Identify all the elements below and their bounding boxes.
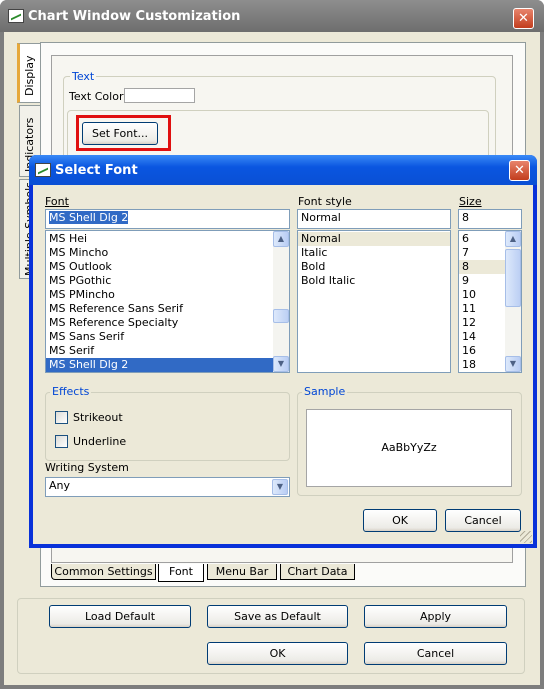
font-list-scroll-thumb[interactable] — [273, 309, 289, 323]
font-style-input[interactable]: Normal — [297, 209, 451, 229]
text-color-swatch[interactable] — [124, 88, 195, 103]
font-style-item[interactable]: Bold Italic — [298, 274, 450, 288]
font-list-item[interactable]: MS Serif — [46, 344, 289, 358]
dialog-title: Select Font — [55, 163, 138, 178]
writing-system-select[interactable]: Any ▼ — [45, 477, 290, 497]
side-tab-display-label: Display — [23, 55, 36, 96]
dialog-cancel-button[interactable]: Cancel — [445, 509, 521, 532]
scroll-up-arrow-icon[interactable]: ▲ — [273, 231, 289, 247]
dialog-titlebar[interactable]: Select Font ✕ — [29, 155, 537, 185]
main-cancel-button[interactable]: Cancel — [364, 642, 507, 665]
strikeout-checkbox[interactable] — [55, 411, 68, 424]
font-list-item[interactable]: MS Mincho — [46, 246, 289, 260]
text-color-label: Text Color — [69, 90, 124, 103]
effects-group — [45, 392, 290, 461]
underline-checkbox[interactable] — [55, 435, 68, 448]
dialog-ok-button[interactable]: OK — [363, 509, 437, 532]
load-default-button[interactable]: Load Default — [49, 605, 191, 628]
font-list-item[interactable]: MS PMincho — [46, 288, 289, 302]
dialog-close-button[interactable]: ✕ — [509, 160, 530, 181]
scroll-down-arrow-icon[interactable]: ▼ — [273, 356, 289, 372]
scroll-down-arrow-icon[interactable]: ▼ — [505, 356, 521, 372]
font-list-item[interactable]: MS Hei — [46, 232, 289, 246]
bottom-tab-menu-bar-label: Menu Bar — [215, 565, 269, 578]
size-input-text: 8 — [462, 211, 469, 224]
font-list-item[interactable]: MS PGothic — [46, 274, 289, 288]
writing-system-value: Any — [49, 479, 71, 492]
font-style-item[interactable]: Italic — [298, 246, 450, 260]
font-list-item[interactable]: MS Sans Serif — [46, 330, 289, 344]
bottom-tab-common-settings[interactable]: Common Settings — [51, 564, 156, 580]
size-label: Size — [459, 195, 482, 208]
chart-app-icon — [8, 9, 24, 23]
resize-grip-icon[interactable] — [520, 531, 532, 543]
font-list-item[interactable]: MS Reference Sans Serif — [46, 302, 289, 316]
sample-preview: AaBbYyZz — [306, 409, 512, 487]
size-input[interactable]: 8 — [458, 209, 522, 229]
main-titlebar[interactable]: Chart Window Customization ✕ — [0, 0, 544, 32]
font-list-item-selected[interactable]: MS Shell Dlg 2 — [46, 358, 289, 372]
dialog-app-icon — [35, 163, 51, 177]
bottom-tab-font-label: Font — [169, 565, 193, 578]
bottom-tab-menu-bar[interactable]: Menu Bar — [207, 564, 277, 580]
font-style-list-items: Normal Italic Bold Bold Italic — [298, 231, 450, 288]
font-style-input-text: Normal — [301, 211, 341, 224]
writing-system-label: Writing System — [45, 461, 129, 474]
scroll-up-arrow-icon[interactable]: ▲ — [505, 231, 521, 247]
sample-text: AaBbYyZz — [381, 441, 437, 454]
apply-button[interactable]: Apply — [364, 605, 507, 628]
font-name-input-text: MS Shell Dlg 2 — [49, 211, 129, 224]
font-style-item-selected[interactable]: Normal — [298, 232, 450, 246]
font-style-item[interactable]: Bold — [298, 260, 450, 274]
font-list-item[interactable]: MS Outlook — [46, 260, 289, 274]
main-window-title: Chart Window Customization — [28, 9, 241, 24]
save-as-default-button[interactable]: Save as Default — [207, 605, 348, 628]
font-list-item[interactable]: MS Reference Specialty — [46, 316, 289, 330]
effects-group-title: Effects — [50, 385, 92, 398]
font-style-list[interactable]: Normal Italic Bold Bold Italic — [297, 230, 451, 373]
set-font-button[interactable]: Set Font... — [82, 122, 158, 145]
dropdown-arrow-icon[interactable]: ▼ — [272, 479, 288, 495]
main-ok-button[interactable]: OK — [207, 642, 348, 665]
bottom-tab-font[interactable]: Font — [158, 564, 204, 582]
size-list-scrollbar[interactable]: ▲ ▼ — [505, 231, 521, 372]
font-name-input[interactable]: MS Shell Dlg 2 — [45, 209, 290, 229]
sample-group-title: Sample — [302, 385, 348, 398]
font-style-label: Font style — [298, 195, 352, 208]
bottom-tab-common-settings-label: Common Settings — [54, 565, 153, 578]
underline-label: Underline — [73, 435, 127, 448]
size-list-scroll-thumb[interactable] — [505, 249, 521, 307]
font-list[interactable]: MS Hei MS Mincho MS Outlook MS PGothic M… — [45, 230, 290, 373]
strikeout-label: Strikeout — [73, 411, 123, 424]
bottom-tab-chart-data[interactable]: Chart Data — [280, 564, 355, 580]
text-group-title: Text — [70, 70, 97, 83]
size-list[interactable]: 6 7 8 9 10 11 12 14 16 18 ▲ ▼ — [458, 230, 522, 373]
font-label: Font — [45, 195, 69, 208]
bottom-tab-chart-data-label: Chart Data — [287, 565, 348, 578]
font-list-scrollbar[interactable]: ▲ ▼ — [273, 231, 289, 372]
main-close-button[interactable]: ✕ — [513, 8, 534, 29]
font-list-items: MS Hei MS Mincho MS Outlook MS PGothic M… — [46, 231, 289, 372]
side-tab-display[interactable]: Display — [17, 43, 41, 103]
